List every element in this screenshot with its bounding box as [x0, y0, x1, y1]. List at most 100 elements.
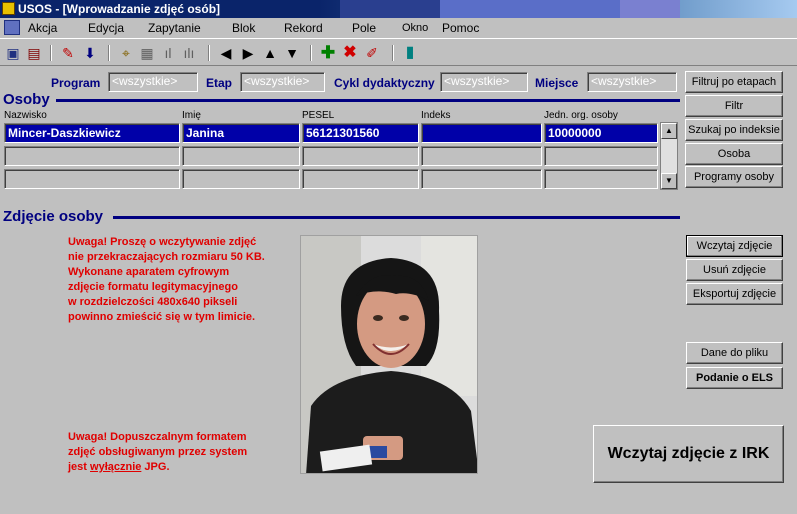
menu-blok[interactable]: Blok	[232, 18, 255, 38]
menu-pomoc[interactable]: Pomoc	[442, 18, 479, 38]
table-cell-empty[interactable]	[421, 169, 542, 189]
filtruj-po-etapach-button[interactable]: Filtruj po etapach	[685, 71, 783, 93]
wczytaj-zdjecie-button[interactable]: Wczytaj zdjęcie	[686, 235, 783, 257]
menu-bar: Akcja Edycja Zapytanie Blok Rekord Pole …	[0, 18, 797, 38]
etap-field[interactable]: <wszystkie>	[240, 72, 325, 92]
toolbar-separator	[208, 45, 210, 61]
podanie-o-els-button[interactable]: Podanie o ELS	[686, 367, 783, 389]
warning-line: powinno zmieścić się w tym limicie.	[68, 311, 256, 323]
next-icon[interactable]: ▶	[238, 43, 258, 63]
table-cell-empty[interactable]	[302, 169, 419, 189]
table-cell-imie[interactable]: Janina	[182, 123, 300, 143]
menu-pole[interactable]: Pole	[352, 18, 376, 38]
column-header-nazwisko: Nazwisko	[4, 110, 47, 121]
format-warning: Uwaga! Dopuszczalnym formatem zdjęć obsł…	[68, 430, 247, 475]
warning-line: Uwaga! Dopuszczalnym formatem	[68, 431, 247, 443]
portrait-image	[301, 236, 477, 473]
title-decoration	[440, 0, 620, 18]
table-cell-empty[interactable]	[4, 146, 180, 166]
filtr-button[interactable]: Filtr	[685, 95, 783, 117]
warning-line: jest wyłącznie JPG.	[68, 460, 247, 475]
usun-zdjecie-button[interactable]: Usuń zdjęcie	[686, 259, 783, 281]
miejsce-field[interactable]: <wszystkie>	[587, 72, 677, 92]
column-header-imie: Imię	[182, 110, 201, 121]
clear-icon[interactable]: ✐	[362, 43, 382, 63]
program-field[interactable]: <wszystkie>	[108, 72, 198, 92]
toolbar-separator	[392, 45, 394, 61]
etap-label: Etap	[206, 76, 233, 90]
table-cell-empty[interactable]	[544, 169, 658, 189]
table-scrollbar[interactable]: ▲ ▼	[660, 122, 678, 190]
title-bar: USOS - [Wprowadzanie zdjęć osób]	[0, 0, 797, 18]
table-cell-empty[interactable]	[302, 146, 419, 166]
toolbar-separator	[50, 45, 52, 61]
szukaj-po-indeksie-button[interactable]: Szukaj po indeksie	[685, 119, 783, 141]
down-icon[interactable]: ▼	[282, 43, 302, 63]
edit-icon[interactable]: ✎	[58, 43, 78, 63]
app-menu-icon[interactable]	[4, 20, 20, 35]
download-icon[interactable]: ⬇	[80, 43, 100, 63]
table-cell-empty[interactable]	[182, 169, 300, 189]
section-line	[56, 99, 680, 102]
table-cell-empty[interactable]	[182, 146, 300, 166]
person-photo	[300, 235, 478, 474]
previous-icon[interactable]: ◀	[216, 43, 236, 63]
cykl-field[interactable]: <wszystkie>	[440, 72, 528, 92]
count-icon[interactable]: ıl	[158, 43, 178, 63]
osoby-section-title: Osoby	[3, 91, 50, 108]
warning-line: nie przekraczających rozmiaru 50 KB.	[68, 251, 265, 263]
menu-okno[interactable]: Okno	[402, 18, 428, 38]
toolbar: ▣ ▤ ✎ ⬇ ⌖ ▦ ıl ılı ◀ ▶ ▲ ▼ ✚ ✖ ✐ ▮	[0, 38, 797, 66]
title-decoration	[620, 0, 680, 18]
table-cell-empty[interactable]	[421, 146, 542, 166]
title-decoration	[340, 0, 440, 18]
column-header-jednostka: Jedn. org. osoby	[544, 110, 618, 121]
program-label: Program	[51, 76, 101, 90]
menu-edycja[interactable]: Edycja	[88, 18, 124, 38]
scroll-down-icon[interactable]: ▼	[661, 173, 677, 189]
warning-line: zdjęcie formatu legitymacyjnego	[68, 281, 238, 293]
toolbar-separator	[310, 45, 312, 61]
query-icon[interactable]: ⌖	[116, 43, 136, 63]
warning-text: jest	[68, 461, 91, 473]
eksportuj-zdjecie-button[interactable]: Eksportuj zdjęcie	[686, 283, 783, 305]
toolbar-separator	[108, 45, 110, 61]
dane-do-pliku-button[interactable]: Dane do pliku	[686, 342, 783, 364]
up-icon[interactable]: ▲	[260, 43, 280, 63]
warning-line: w rozdzielczości 480x640 pikseli	[68, 296, 238, 308]
window-title: USOS - [Wprowadzanie zdjęć osób]	[18, 2, 221, 16]
save-icon[interactable]: ▣	[3, 43, 23, 63]
menu-rekord[interactable]: Rekord	[284, 18, 323, 38]
warning-emphasis: wyłącznie	[90, 461, 142, 473]
size-warning: Uwaga! Proszę o wczytywanie zdjęć nie pr…	[68, 235, 265, 325]
column-header-pesel: PESEL	[302, 110, 335, 121]
warning-line: Wykonane aparatem cyfrowym	[68, 266, 230, 278]
table-cell-jednostka[interactable]: 10000000	[544, 123, 658, 143]
app-icon	[2, 2, 15, 15]
table-cell-nazwisko[interactable]: Mincer-Daszkiewicz	[4, 123, 180, 143]
section-line	[113, 216, 680, 219]
table-cell-empty[interactable]	[4, 169, 180, 189]
menu-zapytanie[interactable]: Zapytanie	[148, 18, 201, 38]
statistics-icon[interactable]: ılı	[179, 43, 199, 63]
table-cell-indeks[interactable]	[421, 123, 542, 143]
osoba-button[interactable]: Osoba	[685, 143, 783, 165]
warning-text: JPG.	[141, 461, 170, 473]
menu-akcja[interactable]: Akcja	[28, 18, 57, 38]
miejsce-label: Miejsce	[535, 76, 579, 90]
zdjecie-section-title: Zdjęcie osoby	[3, 208, 104, 225]
scroll-up-icon[interactable]: ▲	[661, 123, 677, 139]
table-cell-pesel[interactable]: 56121301560	[302, 123, 419, 143]
column-header-indeks: Indeks	[421, 110, 451, 121]
warning-line: zdjęć obsługiwanym przez system	[68, 446, 248, 458]
table-cell-empty[interactable]	[544, 146, 658, 166]
wczytaj-zdjecie-z-irk-button[interactable]: Wczytaj zdjęcie z IRK	[593, 425, 784, 483]
execute-query-icon[interactable]: ▦	[137, 43, 157, 63]
delete-record-icon[interactable]: ✖	[340, 43, 360, 63]
exit-icon[interactable]: ▮	[400, 43, 420, 63]
cykl-label: Cykl dydaktyczny	[334, 76, 435, 90]
warning-line: Uwaga! Proszę o wczytywanie zdjęć	[68, 236, 257, 248]
insert-record-icon[interactable]: ✚	[318, 43, 338, 63]
programy-osoby-button[interactable]: Programy osoby	[685, 166, 783, 188]
print-icon[interactable]: ▤	[24, 43, 44, 63]
